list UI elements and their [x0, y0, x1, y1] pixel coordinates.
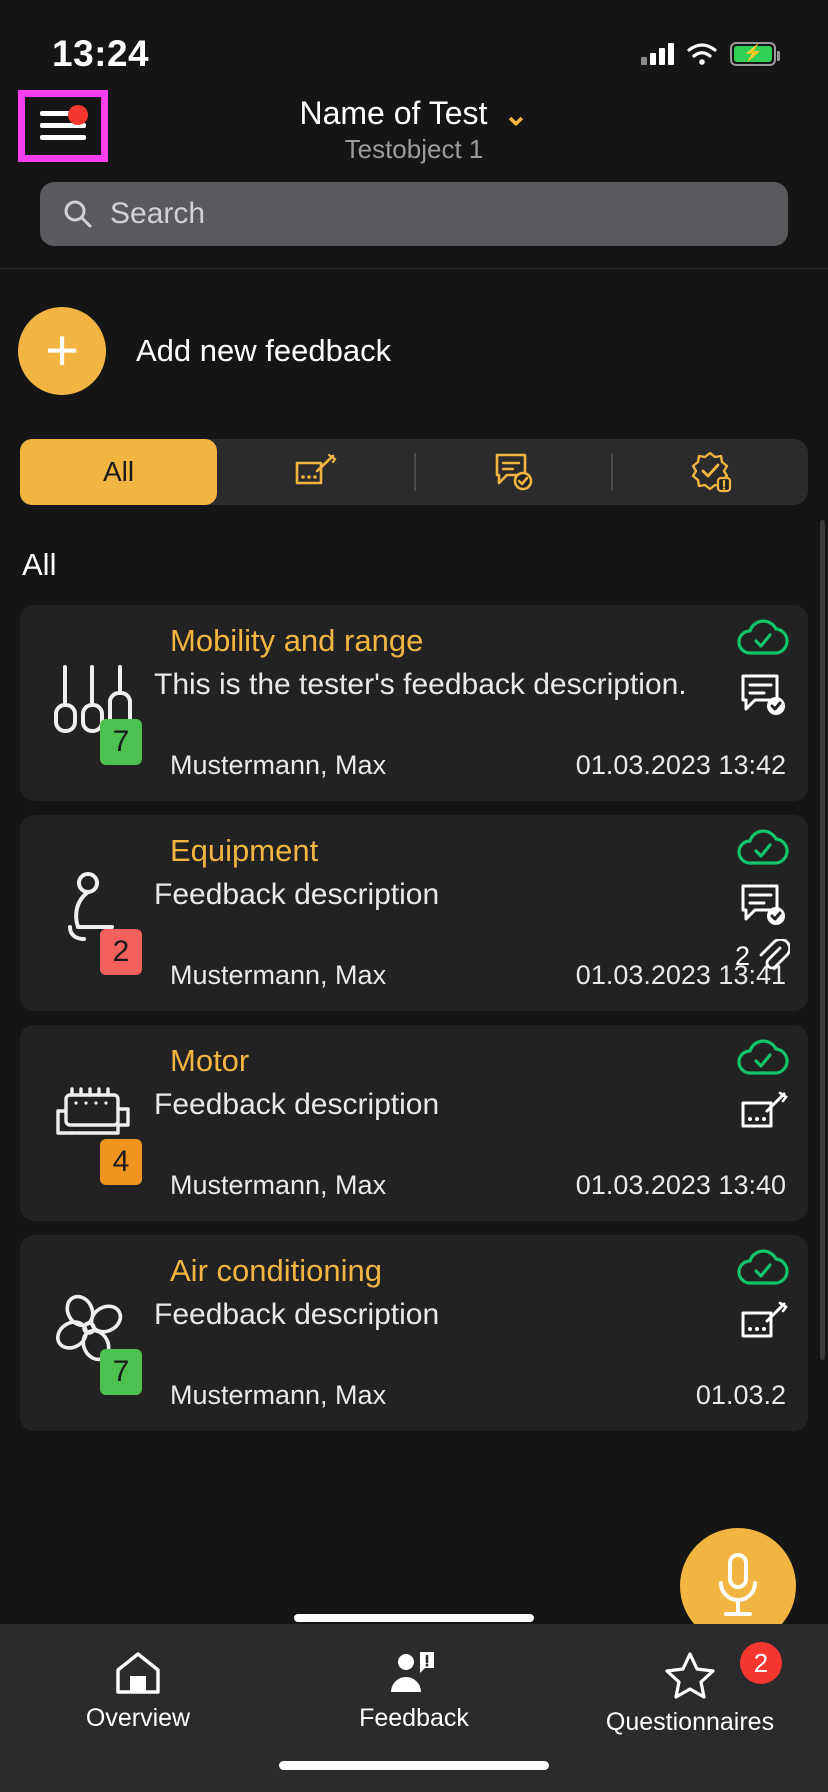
fan-air-conditioning-icon: 7 [42, 1291, 154, 1395]
seat-equipment-icon: 2 [42, 871, 154, 975]
feedback-author: Mustermann, Max [170, 1170, 387, 1200]
attachment-indicator: 2 [735, 939, 790, 973]
signature-edit-icon [741, 1301, 788, 1338]
nav-badge-value: 2 [753, 1647, 769, 1678]
table-row[interactable]: Equipment 2 Feedback description Musterm… [20, 815, 808, 1011]
filter-tab-all-label: All [102, 456, 135, 487]
search-input[interactable]: Search [40, 182, 788, 246]
app-screen: 13:24 ⚡ Name of Test ⌄ Testobject 1 Sear… [0, 0, 828, 1792]
quality-badge-alert-icon [691, 451, 731, 493]
status-bar-indicators: ⚡ [641, 42, 780, 66]
search-section: Search [0, 176, 828, 268]
cloud-check-icon [737, 1249, 789, 1285]
status-badge-value: 7 [112, 725, 130, 758]
page-title: Name of Test [299, 95, 488, 131]
add-new-feedback-row[interactable]: + Add new feedback [0, 269, 828, 395]
attachment-count: 2 [734, 940, 750, 971]
feedback-date: 01.03.2023 13:40 [575, 1170, 786, 1200]
status-badge-value: 7 [112, 1355, 130, 1388]
add-new-feedback-label: Add new feedback [136, 333, 392, 368]
feedback-category: Air conditioning [170, 1253, 382, 1288]
microphone-icon [719, 1553, 757, 1616]
drag-handle[interactable] [294, 1614, 534, 1622]
feedback-author: Mustermann, Max [170, 750, 387, 780]
cloud-check-icon [737, 1039, 789, 1075]
filter-tab-comment-check[interactable] [414, 439, 611, 505]
filter-tab-signature[interactable] [217, 439, 414, 505]
table-row[interactable]: Mobility and range 7 This is the tester' [20, 605, 808, 801]
hamburger-menu-button[interactable] [18, 90, 108, 162]
status-badge-value: 2 [112, 935, 130, 968]
filter-tab-quality-badge[interactable] [611, 439, 808, 505]
cellular-signal-icon [641, 43, 674, 65]
battery-charging-icon: ⚡ [730, 42, 780, 66]
table-row[interactable]: Air conditioning 7 Feedback description … [20, 1235, 808, 1431]
home-icon [116, 1652, 160, 1694]
hamburger-menu-icon [40, 105, 88, 143]
status-badge: 7 [100, 719, 142, 765]
signature-edit-icon [741, 1091, 788, 1128]
filter-tab-all[interactable]: All [20, 439, 217, 505]
comment-check-icon [741, 884, 785, 925]
bottom-navigation: Overview Feedback 2 Questionnaires [0, 1614, 828, 1792]
filter-tabs: All [20, 439, 808, 505]
feedback-date: 01.03.2 [695, 1380, 786, 1410]
feedback-date: 01.03.2023 13:42 [575, 750, 786, 780]
scrollbar[interactable] [820, 520, 825, 1360]
nav-item-feedback[interactable]: Feedback [276, 1650, 552, 1733]
chevron-down-icon[interactable]: ⌄ [503, 100, 528, 131]
star-icon [665, 1652, 715, 1699]
menu-notification-dot [68, 105, 88, 125]
status-bar: 13:24 ⚡ [0, 0, 828, 84]
cloud-check-icon [737, 829, 789, 865]
status-badge-value: 4 [112, 1145, 130, 1178]
nav-item-feedback-label: Feedback [359, 1704, 469, 1732]
feedback-category: Equipment [170, 833, 319, 868]
feedback-author: Mustermann, Max [170, 960, 387, 990]
feedback-author: Mustermann, Max [170, 1380, 387, 1410]
paperclip-icon [759, 939, 790, 970]
wifi-icon [687, 43, 717, 65]
header-title-block[interactable]: Name of Test ⌄ Testobject 1 [299, 95, 528, 165]
page-subtitle: Testobject 1 [344, 134, 484, 164]
nav-item-overview[interactable]: Overview [0, 1650, 276, 1733]
feedback-category: Motor [170, 1043, 250, 1078]
status-badge: 7 [100, 1349, 142, 1395]
status-bar-time: 13:24 [52, 33, 150, 74]
feedback-category: Mobility and range [170, 623, 424, 658]
feedback-description: This is the tester's feedback descriptio… [154, 668, 687, 701]
status-badge: 2 [100, 929, 142, 975]
search-icon [64, 200, 92, 228]
comment-check-icon [741, 674, 785, 715]
feedback-description: Feedback description [154, 1298, 440, 1331]
section-title: All [22, 547, 57, 582]
comment-check-icon [495, 453, 532, 491]
plus-icon[interactable]: + [18, 307, 106, 395]
home-indicator [279, 1761, 549, 1770]
feedback-description: Feedback description [154, 1088, 440, 1121]
cloud-check-icon [737, 619, 789, 655]
feedback-description: Feedback description [154, 878, 440, 911]
table-row[interactable]: Motor 4 Feedback description Mustermann,… [20, 1025, 808, 1221]
search-placeholder: Search [110, 197, 206, 230]
app-header: Name of Test ⌄ Testobject 1 [0, 84, 828, 176]
feedback-list: Mobility and range 7 This is the tester' [0, 605, 828, 1431]
nav-item-overview-label: Overview [85, 1704, 191, 1732]
nav-item-questionnaires[interactable]: 2 Questionnaires [552, 1642, 828, 1737]
motor-engine-icon: 4 [42, 1081, 154, 1185]
nav-item-questionnaires-label: Questionnaires [605, 1708, 775, 1736]
status-badge: 4 [100, 1139, 142, 1185]
mobility-range-icon: 7 [42, 661, 154, 765]
person-alert-icon [391, 1652, 434, 1692]
signature-edit-icon [295, 453, 337, 485]
nav-badge-questionnaires: 2 [740, 1642, 782, 1684]
